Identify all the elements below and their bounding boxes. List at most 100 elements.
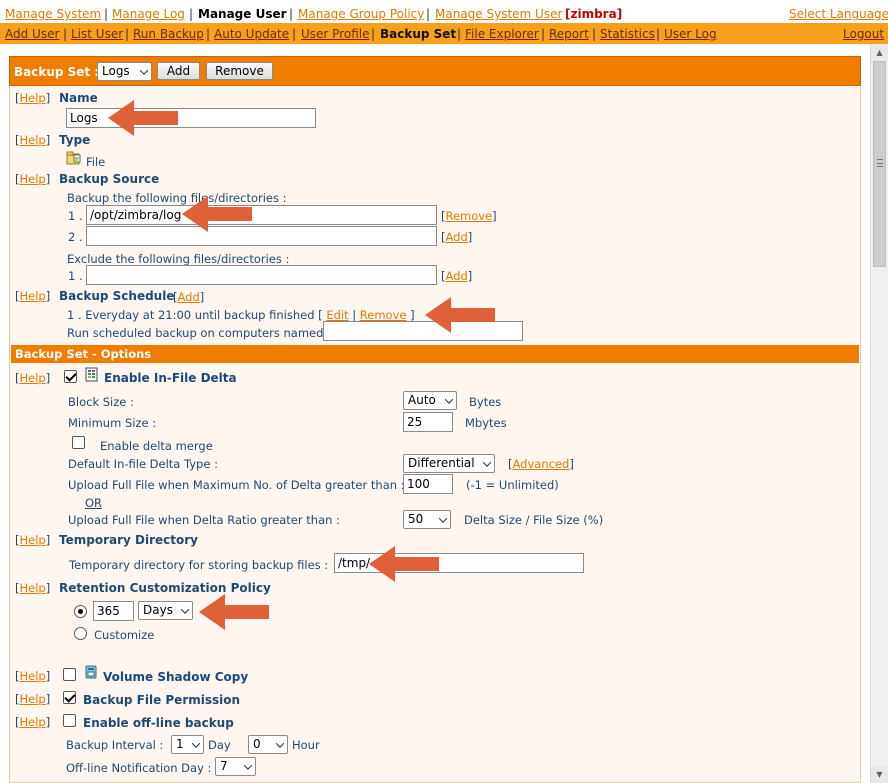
delta-merge-checkbox[interactable] [72,436,85,449]
nav-user-log[interactable]: User Log [664,27,717,41]
delta-type-selected: Differential [408,456,475,470]
computers-label: Run scheduled backup on computers named [67,326,324,340]
help-link[interactable]: Help [20,715,46,729]
nav-manage-system[interactable]: Manage System [5,7,101,21]
nav-add-user[interactable]: Add User [5,27,59,41]
exclude-path-input[interactable] [86,265,437,285]
help-link[interactable]: Help [20,133,46,147]
backup-interval-label: Backup Interval : [66,738,164,752]
retention-unit-select[interactable]: Days [138,601,193,620]
file-permission-checkbox[interactable] [63,691,76,704]
nav-separator: | [289,7,294,21]
help-link[interactable]: Help [20,172,46,186]
interval-day-select[interactable]: 1 [171,735,204,754]
retention-days-input[interactable]: 365 [93,601,134,621]
offline-backup-heading: Enable off-line backup [83,716,234,730]
name-heading: Name [59,91,98,105]
max-no-input[interactable]: 100 [403,474,453,494]
delta-type-select[interactable]: Differential [403,454,495,473]
backup-set-select[interactable]: Logs [97,62,152,81]
help-link[interactable]: Help [20,581,46,595]
include-row-index: 1 . [68,209,83,223]
help-link[interactable]: Help [20,692,46,706]
include-remove: [Remove] [441,209,497,223]
help-permission: [Help] [15,692,51,706]
current-user-label: [zimbra] [565,7,623,21]
nav-file-explorer[interactable]: File Explorer [465,27,539,41]
remove-link[interactable]: Remove [446,209,493,223]
nav-statistics[interactable]: Statistics [600,27,655,41]
nav-separator: | [426,7,431,21]
vss-checkbox[interactable] [63,668,76,681]
name-input[interactable]: Logs [66,108,316,128]
page-scrollbar[interactable]: ▲ ▼ [870,44,888,783]
scroll-up-icon[interactable]: ▲ [871,44,888,61]
include-row-index: 2 . [68,230,83,244]
schedule-entry: 1 . Everyday at 21:00 until backup finis… [67,308,415,322]
nav-backup-set[interactable]: Backup Set [380,27,456,41]
add-backup-set-button[interactable]: Add [157,62,200,80]
nav-report[interactable]: Report [549,27,589,41]
min-size-input[interactable]: 25 [403,412,453,432]
help-link[interactable]: Help [20,289,46,303]
remove-schedule-link[interactable]: Remove [360,308,407,322]
help-link[interactable]: Help [20,371,46,385]
exclude-add: [Add] [441,269,473,283]
chevron-down-icon [139,66,149,75]
nav-separator: | [656,27,661,41]
include-path-input[interactable]: /opt/zimbra/log [86,205,437,225]
enable-delta-checkbox[interactable] [64,370,77,383]
advanced-link[interactable]: Advanced [513,457,570,471]
nav-manage-system-user[interactable]: Manage System User [435,7,562,21]
chevron-down-icon [444,395,454,404]
scroll-down-icon[interactable]: ▼ [871,766,888,783]
nav-manage-group-policy[interactable]: Manage Group Policy [298,7,424,21]
logout-link[interactable]: Logout [843,27,884,41]
options-label: Backup Set - Options [15,347,152,361]
options-bar: Backup Set - Options [11,345,859,363]
help-name: [Help] [15,91,51,105]
chevron-down-icon [275,739,285,748]
remove-backup-set-button[interactable]: Remove [206,62,273,80]
include-path-input-empty[interactable] [86,226,437,246]
current-user: zimbra [570,7,617,21]
nav-manage-user[interactable]: Manage User [198,7,287,21]
ratio-select[interactable]: 50 [403,510,451,529]
interval-hour-selected: 0 [253,737,261,751]
block-size-select[interactable]: Auto [403,391,457,410]
notification-day-select[interactable]: 7 [215,757,256,776]
backup-schedule-heading: Backup Schedule [59,289,175,303]
nav-run-backup[interactable]: Run Backup [133,27,204,41]
edit-schedule-link[interactable]: Edit [326,308,348,322]
nav-list-user[interactable]: List User [71,27,123,41]
interval-hour-select[interactable]: 0 [248,735,288,754]
retention-unit-selected: Days [143,603,173,617]
nav-manage-log[interactable]: Manage Log [112,7,185,21]
sub-navigation: Add User | List User | Run Backup | Auto… [0,23,888,44]
chevron-down-icon [180,605,190,614]
scroll-thumb[interactable] [873,61,886,267]
help-link[interactable]: Help [20,533,46,547]
top-navigation: Manage System | Manage Log | Manage User… [0,0,888,23]
retention-customize-radio[interactable] [74,627,87,640]
annotation-arrow-icon [369,546,439,582]
nav-auto-update[interactable]: Auto Update [214,27,289,41]
help-type: [Help] [15,133,51,147]
help-link[interactable]: Help [20,669,46,683]
chevron-down-icon [482,458,492,467]
select-language-link[interactable]: Select Language [789,7,888,21]
add-schedule-link[interactable]: Add [178,290,200,304]
retention-days-radio[interactable] [74,605,87,618]
help-source: [Help] [15,172,51,186]
block-size-selected: Auto [408,393,436,407]
add-link[interactable]: Add [446,269,468,283]
backup-set-label: Backup Set : [14,65,100,79]
nav-user-profile[interactable]: User Profile [301,27,369,41]
vss-heading: Volume Shadow Copy [103,670,249,684]
nav-separator: | [292,27,297,41]
add-link[interactable]: Add [446,230,468,244]
offline-backup-checkbox[interactable] [63,714,76,727]
delta-merge-label: Enable delta merge [100,439,213,453]
help-link[interactable]: Help [20,91,46,105]
interval-day-selected: 1 [176,737,184,751]
